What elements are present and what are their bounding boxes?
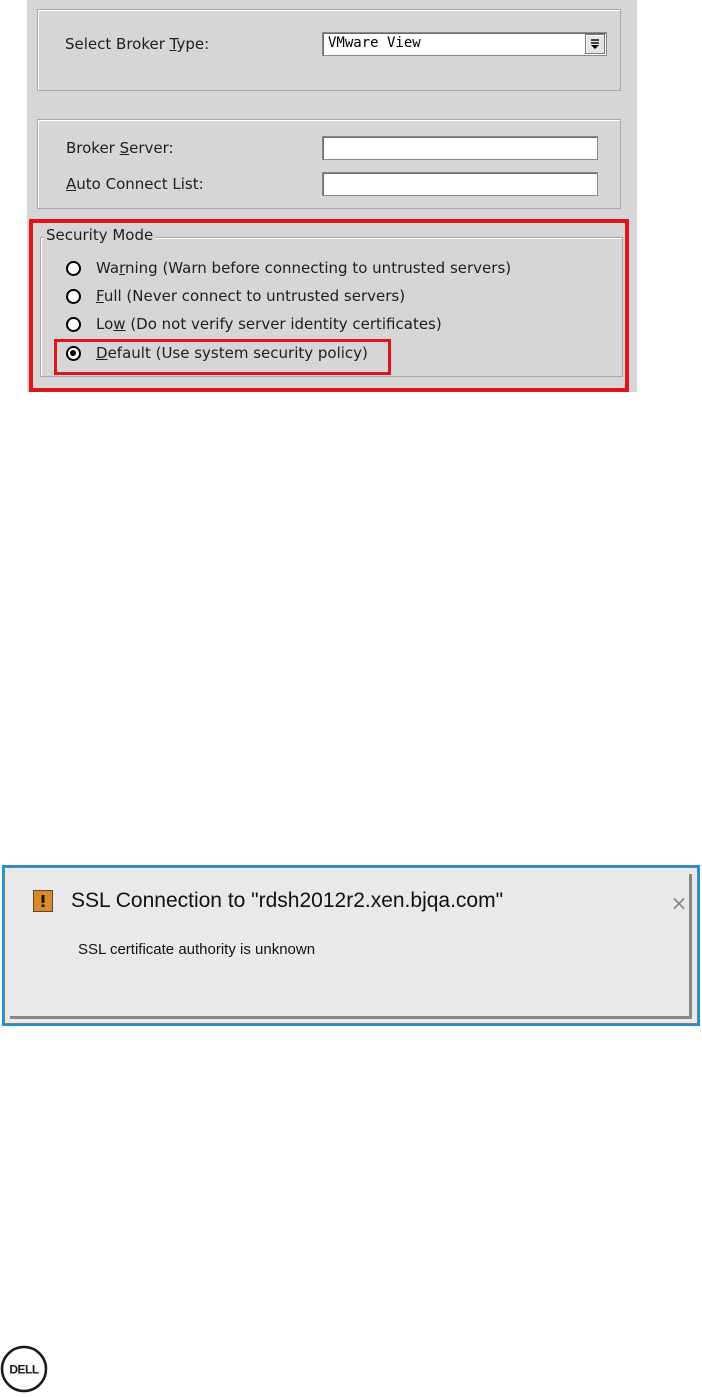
dell-logo-text: DELL <box>9 1363 39 1377</box>
radio-default-label: Default (Use system security policy) <box>96 344 368 362</box>
ssl-connection-dialog: SSL Connection to "rdsh2012r2.xen.bjqa.c… <box>2 865 700 1026</box>
radio-full-label: Full (Never connect to untrusted servers… <box>96 287 406 305</box>
radio-selected-dot <box>70 350 76 356</box>
dialog-shadow-right <box>689 874 692 1019</box>
dialog-message: SSL certificate authority is unknown <box>78 941 316 958</box>
security-mode-legend: Security Mode <box>44 226 156 244</box>
radio-default[interactable] <box>66 346 81 361</box>
dropdown-arrow-icon[interactable] <box>585 34 605 54</box>
radio-low-label: Low (Do not verify server identity certi… <box>96 315 442 333</box>
broker-type-select-value: VMware View <box>328 35 421 51</box>
broker-server-input[interactable] <box>322 136 598 160</box>
auto-connect-label: Auto Connect List: <box>66 175 204 193</box>
warning-icon <box>33 890 53 912</box>
radio-warning-label: Warning (Warn before connecting to untru… <box>96 259 512 277</box>
broker-type-label: Select Broker Type: <box>65 35 210 53</box>
broker-server-group: Broker Server: Auto Connect List: <box>37 119 621 209</box>
dialog-title: SSL Connection to "rdsh2012r2.xen.bjqa.c… <box>71 889 504 912</box>
broker-type-group: Select Broker Type: VMware View <box>37 9 621 91</box>
broker-server-label: Broker Server: <box>66 139 174 157</box>
radio-full[interactable] <box>66 289 81 304</box>
close-icon[interactable]: × <box>669 893 689 913</box>
auto-connect-input[interactable] <box>322 172 598 196</box>
dell-logo: DELL <box>0 1345 48 1393</box>
broker-type-select[interactable]: VMware View <box>322 32 607 56</box>
dialog-body: SSL Connection to "rdsh2012r2.xen.bjqa.c… <box>4 867 698 1024</box>
radio-low[interactable] <box>66 317 81 332</box>
dialog-shadow-bottom <box>10 1016 692 1019</box>
radio-warning[interactable] <box>66 261 81 276</box>
